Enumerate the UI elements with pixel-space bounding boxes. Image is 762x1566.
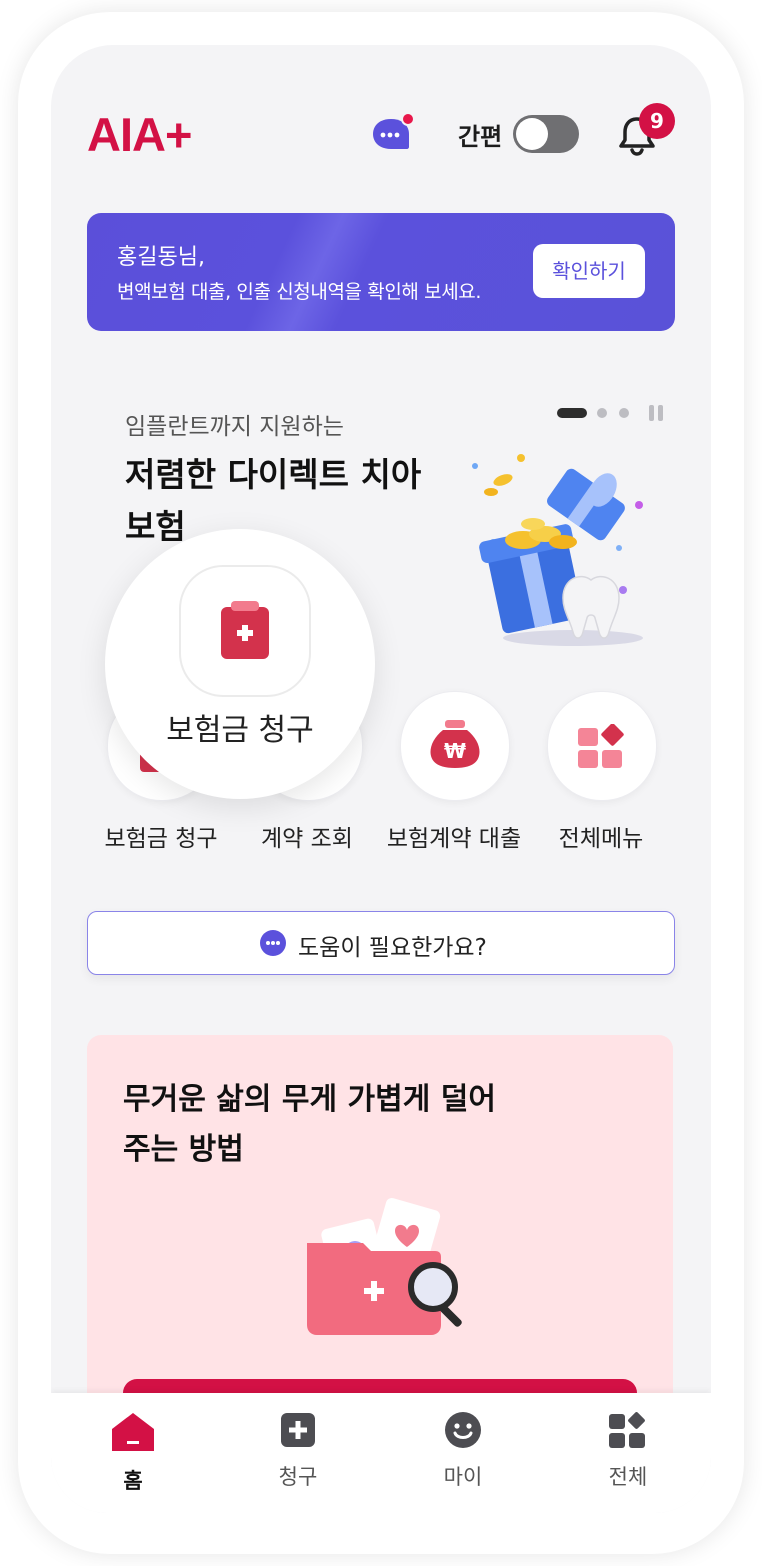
banner-confirm-button[interactable]: 확인하기	[533, 244, 645, 298]
promo-card[interactable]: 무거운 삶의 무게 가볍게 덜어주는 방법	[87, 1035, 673, 1455]
nav-my-label: 마이	[443, 1465, 483, 1489]
quick-menu-contract-label: 계약 조회	[261, 826, 353, 852]
nav-all[interactable]: 전체	[568, 1411, 688, 1491]
app-screen: AIA+ 간편 9 홍길동님, 변액보험 대출, 인출 신청내역을 확인해 보세…	[51, 45, 711, 1513]
notice-banner: 홍길동님, 변액보험 대출, 인출 신청내역을 확인해 보세요. 확인하기	[87, 213, 675, 331]
help-label: 도움이 필요한가요?	[298, 935, 487, 961]
grid-menu-icon	[578, 724, 624, 768]
nav-home-label: 홈	[123, 1469, 143, 1493]
zoomed-claim-label: 보험금 청구	[166, 713, 314, 748]
zoomed-claim-icon-box	[179, 565, 311, 697]
nav-claim-label: 청구	[278, 1465, 318, 1489]
carousel-dot	[597, 408, 607, 418]
grid-icon	[609, 1412, 645, 1448]
banner-greeting: 홍길동님,	[117, 245, 205, 270]
banner-message: 변액보험 대출, 인출 신청내역을 확인해 보세요.	[117, 281, 481, 303]
simple-mode-label: 간편	[458, 123, 503, 151]
nav-my[interactable]: 마이	[403, 1411, 523, 1491]
promo-card-title: 무거운 삶의 무게 가볍게 덜어주는 방법	[123, 1082, 496, 1167]
gift-tooth-illustration	[463, 450, 653, 650]
carousel-dot	[619, 408, 629, 418]
chatbot-icon[interactable]	[371, 112, 415, 153]
quick-menu-all-button[interactable]	[547, 691, 657, 801]
zoomed-claim-highlight[interactable]: 보험금 청구	[105, 529, 375, 799]
nav-home[interactable]: 홈	[73, 1411, 193, 1495]
quick-menu-loan-label: 보험계약 대출	[386, 826, 522, 852]
claim-plus-icon	[281, 1413, 315, 1447]
chat-bubble-icon	[260, 930, 286, 956]
toggle-knob	[516, 118, 548, 150]
quick-menu-loan-button[interactable]: ₩	[400, 691, 510, 801]
claim-clipboard-icon	[221, 601, 269, 659]
aia-logo: AIA+	[87, 108, 192, 161]
bottom-navigation: 홈 청구 마이 전체	[51, 1393, 711, 1513]
quick-menu-claim-label: 보험금 청구	[104, 826, 218, 852]
home-icon	[112, 1413, 154, 1451]
help-button[interactable]: 도움이 필요한가요?	[87, 911, 675, 975]
carousel-indicator	[557, 405, 667, 421]
svg-text:₩: ₩	[444, 739, 466, 763]
simple-mode-toggle[interactable]	[513, 115, 579, 153]
pause-icon[interactable]	[649, 405, 665, 421]
smile-face-icon	[445, 1412, 481, 1448]
money-bag-icon: ₩	[430, 720, 480, 768]
notification-badge: 9	[639, 103, 675, 139]
quick-menu-all-label: 전체메뉴	[558, 826, 644, 852]
nav-all-label: 전체	[608, 1465, 648, 1489]
medical-folder-illustration	[307, 1198, 462, 1335]
carousel-dot-active	[557, 408, 587, 418]
nav-claim[interactable]: 청구	[238, 1411, 358, 1491]
promo-subtitle: 임플란트까지 지원하는	[125, 414, 344, 440]
